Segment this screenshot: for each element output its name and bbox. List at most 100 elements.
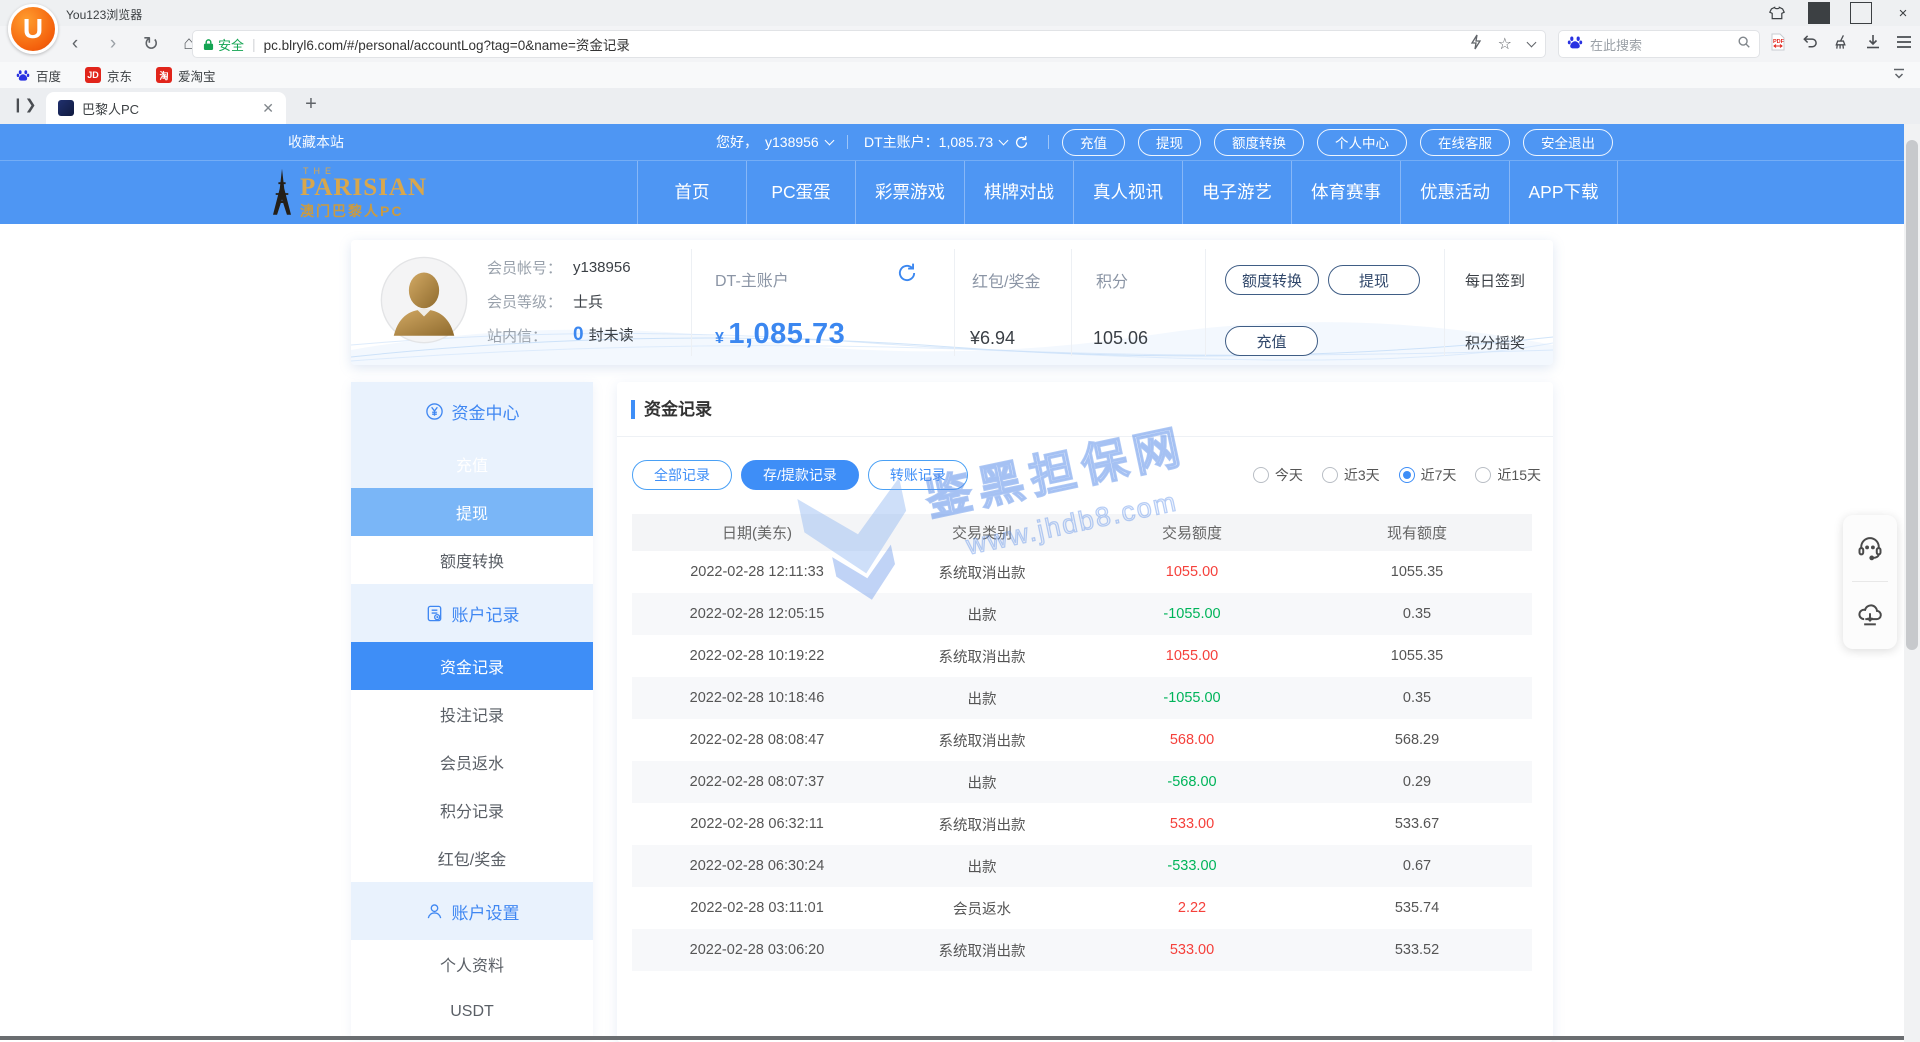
minimize-button[interactable] — [1808, 2, 1830, 24]
radio-icon[interactable] — [1253, 467, 1269, 483]
download-icon[interactable] — [1865, 34, 1881, 55]
sidebar-item[interactable]: 账户记录 — [351, 584, 593, 642]
top-pill-button[interactable]: 额度转换 — [1214, 129, 1304, 156]
radio-icon[interactable] — [1322, 467, 1338, 483]
close-button[interactable]: × — [1892, 2, 1914, 24]
transfer-button[interactable]: 额度转换 — [1225, 265, 1319, 295]
cleaner-broom-icon[interactable] — [1833, 34, 1850, 55]
bookmark-star-icon[interactable]: ☆ — [1498, 34, 1512, 54]
sidebar-item[interactable]: 充值 — [351, 440, 593, 488]
sidebar-item[interactable]: 投注记录 — [351, 690, 593, 738]
daily-checkin-link[interactable]: 每日签到 — [1465, 270, 1525, 291]
nav-item[interactable]: 棋牌对战 — [964, 161, 1073, 225]
date-range-option[interactable]: 近3天 — [1322, 465, 1380, 485]
customer-service-button[interactable] — [1843, 515, 1897, 581]
sidebar-item[interactable]: 提现 — [351, 488, 593, 536]
collapse-bookmarks-icon[interactable] — [1892, 67, 1906, 86]
app-download-button[interactable] — [1843, 582, 1897, 648]
sidebar-item-label: 会员返水 — [440, 750, 504, 774]
favorite-site-link[interactable]: 收藏本站 — [288, 124, 344, 160]
sidebar-item[interactable]: USDT — [351, 988, 593, 1036]
balance-dropdown-icon[interactable] — [999, 136, 1009, 146]
table-row[interactable]: 2022-02-28 10:18:46 出款 -1055.00 0.35 — [632, 677, 1532, 719]
floating-action-panel — [1843, 515, 1897, 649]
sidebar-toggle-icon[interactable]: ❙❯ — [12, 96, 37, 113]
nav-item[interactable]: 首页 — [637, 161, 746, 225]
vertical-scrollbar[interactable] — [1904, 124, 1920, 1042]
search-box[interactable]: 在此搜索 — [1558, 30, 1760, 58]
user-greeting[interactable]: 您好，y138956 — [716, 124, 833, 160]
nav-item[interactable]: 优惠活动 — [1400, 161, 1509, 225]
table-row[interactable]: 2022-02-28 10:19:22 系统取消出款 1055.00 1055.… — [632, 635, 1532, 677]
forward-button[interactable]: › — [102, 33, 124, 55]
maximize-button[interactable] — [1850, 2, 1872, 24]
lightning-icon[interactable] — [1470, 34, 1482, 55]
balance-refresh-icon[interactable] — [1014, 135, 1029, 150]
pdf-icon[interactable]: PDF — [1770, 33, 1786, 56]
urlbar-dropdown-icon[interactable] — [1527, 38, 1537, 48]
top-pill-button[interactable]: 在线客服 — [1420, 129, 1510, 156]
refresh-button[interactable]: ↻ — [140, 33, 162, 56]
search-icon[interactable] — [1737, 35, 1751, 54]
bookmark-baidu[interactable]: 百度 — [16, 66, 61, 85]
scrollbar-thumb[interactable] — [1906, 140, 1918, 650]
nav-item[interactable]: 电子游艺 — [1182, 161, 1291, 225]
cell-date: 2022-02-28 03:06:20 — [632, 942, 882, 958]
top-pill-button[interactable]: 充值 — [1062, 129, 1125, 156]
sidebar-item[interactable]: 积分记录 — [351, 786, 593, 834]
menu-icon[interactable] — [1896, 35, 1912, 54]
search-placeholder[interactable]: 在此搜索 — [1590, 35, 1730, 54]
new-tab-button[interactable]: + — [298, 93, 324, 119]
nav-item[interactable]: APP下载 — [1509, 161, 1618, 225]
sidebar-item[interactable]: 红包/奖金 — [351, 834, 593, 882]
back-button[interactable]: ‹ — [64, 33, 86, 55]
top-pill-button[interactable]: 安全退出 — [1523, 129, 1613, 156]
table-row[interactable]: 2022-02-28 06:30:24 出款 -533.00 0.67 — [632, 845, 1532, 887]
record-tab[interactable]: 转账记录 — [868, 460, 968, 490]
mail-link[interactable]: 0封未读 — [573, 324, 634, 346]
sidebar-item[interactable]: 资金中心 — [351, 382, 593, 440]
table-row[interactable]: 2022-02-28 12:11:33 系统取消出款 1055.00 1055.… — [632, 551, 1532, 593]
table-row[interactable]: 2022-02-28 12:05:15 出款 -1055.00 0.35 — [632, 593, 1532, 635]
url-text[interactable]: pc.blryl6.com/#/personal/accountLog?tag=… — [264, 34, 630, 54]
radio-icon[interactable] — [1399, 467, 1415, 483]
table-row[interactable]: 2022-02-28 03:06:20 系统取消出款 533.00 533.52 — [632, 929, 1532, 971]
horizontal-scrollbar-thumb[interactable] — [0, 1036, 1904, 1040]
table-row[interactable]: 2022-02-28 06:32:11 系统取消出款 533.00 533.67 — [632, 803, 1532, 845]
date-range-option[interactable]: 近15天 — [1475, 465, 1541, 485]
sidebar-item[interactable]: 会员返水 — [351, 738, 593, 786]
sidebar-item[interactable]: 账户设置 — [351, 882, 593, 940]
user-dropdown-icon[interactable] — [824, 136, 834, 146]
table-row[interactable]: 2022-02-28 08:07:37 出款 -568.00 0.29 — [632, 761, 1532, 803]
withdraw-button[interactable]: 提现 — [1328, 265, 1420, 295]
points-lottery-link[interactable]: 积分摇奖 — [1465, 332, 1525, 353]
top-pill-button[interactable]: 个人中心 — [1317, 129, 1407, 156]
date-range-option[interactable]: 近7天 — [1399, 465, 1457, 485]
skin-icon[interactable] — [1766, 2, 1788, 24]
sidebar-item[interactable]: 额度转换 — [351, 536, 593, 584]
nav-item[interactable]: 真人视讯 — [1073, 161, 1182, 225]
tab-close-icon[interactable]: ✕ — [262, 100, 274, 117]
sidebar-item[interactable]: 资金记录 — [351, 642, 593, 690]
record-tab[interactable]: 全部记录 — [632, 460, 732, 490]
bookmark-jd[interactable]: JD 京东 — [85, 66, 132, 85]
sidebar-item[interactable]: 个人资料 — [351, 940, 593, 988]
date-range-option[interactable]: 今天 — [1253, 465, 1303, 485]
nav-item[interactable]: 彩票游戏 — [855, 161, 964, 225]
site-logo[interactable]: THE PARISIAN 澳门巴黎人PC — [268, 166, 427, 221]
top-account-balance[interactable]: DT主账户：1,085.73 — [864, 124, 1029, 160]
table-row[interactable]: 2022-02-28 08:08:47 系统取消出款 568.00 568.29 — [632, 719, 1532, 761]
tab-parisian[interactable]: 巴黎人PC ✕ — [46, 92, 286, 124]
undo-icon[interactable] — [1801, 34, 1818, 55]
radio-icon[interactable] — [1475, 467, 1491, 483]
top-pill-button[interactable]: 提现 — [1138, 129, 1201, 156]
nav-item[interactable]: PC蛋蛋 — [746, 161, 855, 225]
bookmark-taobao[interactable]: 淘 爱淘宝 — [156, 66, 216, 85]
nav-item[interactable]: 体育赛事 — [1291, 161, 1400, 225]
table-row[interactable]: 2022-02-28 03:11:01 会员返水 2.22 535.74 — [632, 887, 1532, 929]
deposit-button[interactable]: 充值 — [1225, 326, 1318, 356]
avatar[interactable] — [380, 256, 468, 344]
wallet-refresh-icon[interactable] — [896, 262, 918, 284]
address-bar[interactable]: 安全 | pc.blryl6.com/#/personal/accountLog… — [192, 30, 1546, 58]
record-tab[interactable]: 存/提款记录 — [741, 460, 859, 490]
